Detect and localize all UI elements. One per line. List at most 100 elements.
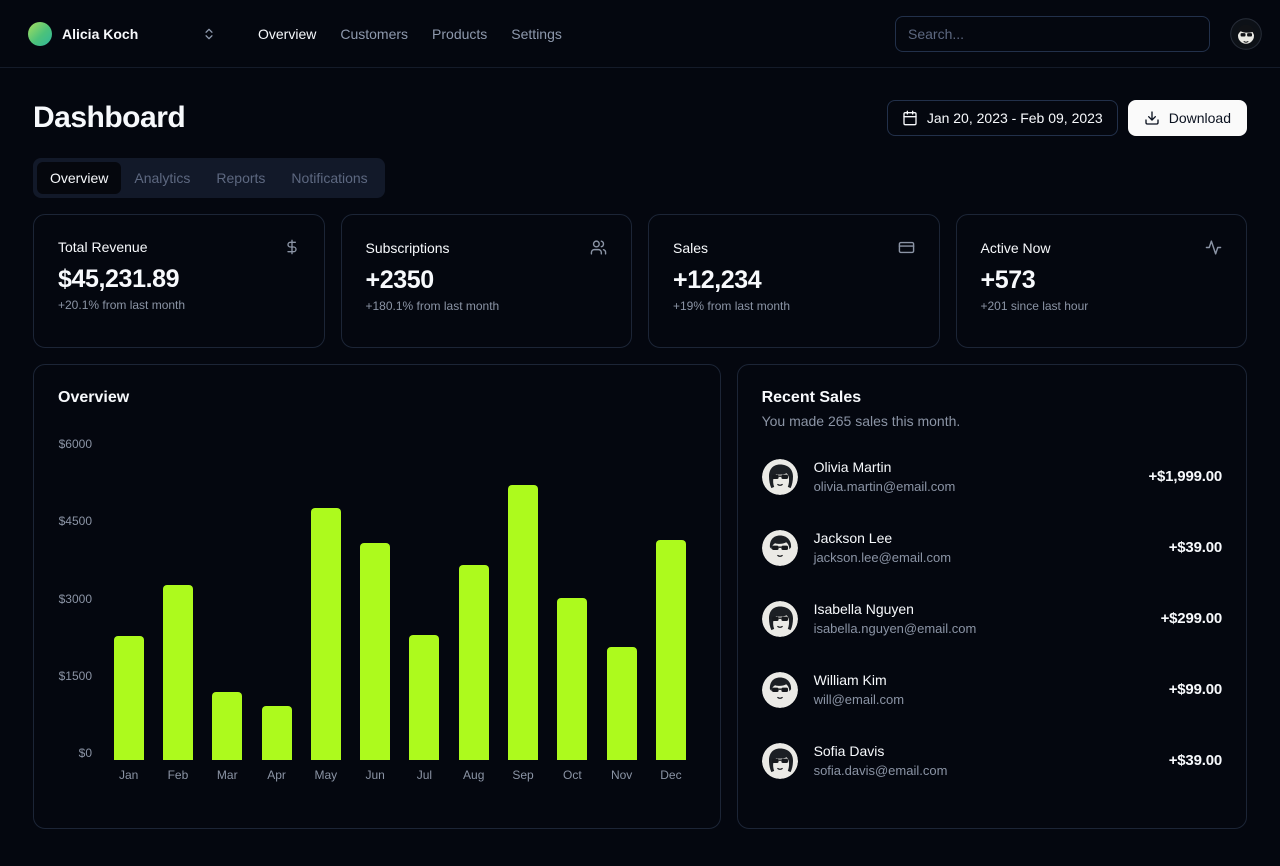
stat-value: +2350 bbox=[366, 266, 608, 295]
download-button[interactable]: Download bbox=[1128, 100, 1247, 136]
customer-avatar bbox=[762, 672, 798, 708]
customer-email: will@email.com bbox=[814, 690, 905, 709]
chart-title: Overview bbox=[58, 389, 696, 407]
bar-column: Apr bbox=[252, 437, 301, 782]
stat-change: +20.1% from last month bbox=[58, 298, 300, 312]
chart-bar bbox=[557, 598, 587, 760]
tab-analytics[interactable]: Analytics bbox=[121, 162, 203, 194]
stat-change: +201 since last hour bbox=[981, 299, 1223, 313]
stat-change: +180.1% from last month bbox=[366, 299, 608, 313]
dollar-sign-icon bbox=[284, 239, 300, 255]
download-icon bbox=[1144, 110, 1160, 126]
chart-x-tick: Mar bbox=[217, 768, 238, 782]
date-range-button[interactable]: Jan 20, 2023 - Feb 09, 2023 bbox=[887, 100, 1118, 136]
sale-info: Isabella Nguyen isabella.nguyen@email.co… bbox=[814, 599, 977, 638]
bar-chart: $6000$4500$3000$1500$0 JanFebMarAprMayJu… bbox=[58, 437, 696, 782]
sale-amount: +$39.00 bbox=[1169, 539, 1222, 556]
chart-bar bbox=[163, 585, 193, 760]
sale-row: Olivia Martin olivia.martin@email.com +$… bbox=[762, 457, 1222, 496]
tab-reports[interactable]: Reports bbox=[203, 162, 278, 194]
tab-overview[interactable]: Overview bbox=[37, 162, 121, 194]
sale-row: William Kim will@email.com +$99.00 bbox=[762, 670, 1222, 709]
stat-cards: Total Revenue $45,231.89 +20.1% from las… bbox=[33, 214, 1247, 348]
user-face-icon bbox=[1230, 18, 1262, 50]
sale-amount: +$39.00 bbox=[1169, 752, 1222, 769]
stat-title: Active Now bbox=[981, 240, 1051, 256]
search-input[interactable] bbox=[895, 16, 1210, 52]
sale-info: William Kim will@email.com bbox=[814, 670, 905, 709]
sale-amount: +$1,999.00 bbox=[1148, 468, 1222, 485]
chart-bar bbox=[114, 636, 144, 760]
bar-column: Jan bbox=[104, 437, 153, 782]
recent-sales-card: Recent Sales You made 265 sales this mon… bbox=[737, 364, 1247, 829]
chart-bar bbox=[607, 647, 637, 760]
team-avatar bbox=[28, 22, 52, 46]
nav-link-settings[interactable]: Settings bbox=[511, 26, 562, 42]
stat-title: Subscriptions bbox=[366, 240, 450, 256]
sale-row: Jackson Lee jackson.lee@email.com +$39.0… bbox=[762, 528, 1222, 567]
nav-link-customers[interactable]: Customers bbox=[340, 26, 408, 42]
sale-row: Sofia Davis sofia.davis@email.com +$39.0… bbox=[762, 741, 1222, 780]
recent-sales-subtitle: You made 265 sales this month. bbox=[762, 413, 1222, 429]
chart-y-tick: $1500 bbox=[59, 669, 92, 683]
stat-title: Sales bbox=[673, 240, 708, 256]
chart-x-tick: Jul bbox=[417, 768, 432, 782]
recent-sales-title: Recent Sales bbox=[762, 389, 1222, 407]
chart-y-tick: $6000 bbox=[59, 437, 92, 451]
customer-email: jackson.lee@email.com bbox=[814, 548, 951, 567]
sale-amount: +$99.00 bbox=[1169, 681, 1222, 698]
team-name: Alicia Koch bbox=[62, 26, 138, 42]
sale-amount: +$299.00 bbox=[1161, 610, 1222, 627]
chart-bar bbox=[656, 540, 686, 760]
stat-title: Total Revenue bbox=[58, 239, 148, 255]
page-header: Dashboard Jan 20, 2023 - Feb 09, 2023 Do… bbox=[33, 100, 1247, 136]
chart-y-axis: $6000$4500$3000$1500$0 bbox=[58, 437, 104, 760]
chart-y-tick: $0 bbox=[79, 746, 92, 760]
chevrons-up-down-icon bbox=[202, 27, 216, 41]
chart-x-tick: Nov bbox=[611, 768, 632, 782]
credit-card-icon bbox=[898, 239, 915, 256]
nav-link-overview[interactable]: Overview bbox=[258, 26, 316, 42]
bar-column: Dec bbox=[646, 437, 695, 782]
header-controls: Jan 20, 2023 - Feb 09, 2023 Download bbox=[887, 100, 1247, 136]
bar-chart-bars: JanFeb Mar Apr May Jun Jul Aug Sep Oct Nov Dec bbox=[104, 437, 696, 782]
chart-x-tick: Sep bbox=[512, 768, 533, 782]
sale-row: Isabella Nguyen isabella.nguyen@email.co… bbox=[762, 599, 1222, 638]
stat-value: $45,231.89 bbox=[58, 265, 300, 294]
dashboard-page: Alicia Koch Overview Customers Products … bbox=[0, 0, 1280, 866]
chart-bar bbox=[409, 635, 439, 760]
customer-avatar bbox=[762, 743, 798, 779]
bar-column: May bbox=[301, 437, 350, 782]
nav-link-products[interactable]: Products bbox=[432, 26, 487, 42]
team-switcher[interactable]: Alicia Koch bbox=[28, 22, 216, 46]
stat-change: +19% from last month bbox=[673, 299, 915, 313]
customer-name: Sofia Davis bbox=[814, 741, 948, 761]
users-icon bbox=[590, 239, 607, 256]
chart-x-tick: Oct bbox=[563, 768, 582, 782]
sale-info: Jackson Lee jackson.lee@email.com bbox=[814, 528, 951, 567]
calendar-icon bbox=[902, 110, 918, 126]
chart-x-tick: Aug bbox=[463, 768, 484, 782]
bar-column: Oct bbox=[548, 437, 597, 782]
chart-x-tick: Apr bbox=[267, 768, 286, 782]
chart-bar bbox=[311, 508, 341, 760]
stat-card-subscriptions: Subscriptions +2350 +180.1% from last mo… bbox=[341, 214, 633, 348]
sale-info: Olivia Martin olivia.martin@email.com bbox=[814, 457, 956, 496]
top-nav: Alicia Koch Overview Customers Products … bbox=[0, 0, 1280, 68]
bar-column: Feb bbox=[153, 437, 202, 782]
user-avatar[interactable] bbox=[1230, 18, 1262, 50]
bar-column: Jun bbox=[350, 437, 399, 782]
tab-notifications[interactable]: Notifications bbox=[278, 162, 380, 194]
customer-email: sofia.davis@email.com bbox=[814, 761, 948, 780]
stat-value: +573 bbox=[981, 266, 1223, 295]
stat-value: +12,234 bbox=[673, 266, 915, 295]
customer-avatar bbox=[762, 601, 798, 637]
stat-card-total-revenue: Total Revenue $45,231.89 +20.1% from las… bbox=[33, 214, 325, 348]
chart-bar bbox=[459, 565, 489, 760]
bar-column: Jul bbox=[400, 437, 449, 782]
chart-x-tick: Jun bbox=[365, 768, 384, 782]
chart-x-tick: May bbox=[315, 768, 338, 782]
chart-bar bbox=[212, 692, 242, 760]
customer-avatar bbox=[762, 530, 798, 566]
activity-icon bbox=[1205, 239, 1222, 256]
